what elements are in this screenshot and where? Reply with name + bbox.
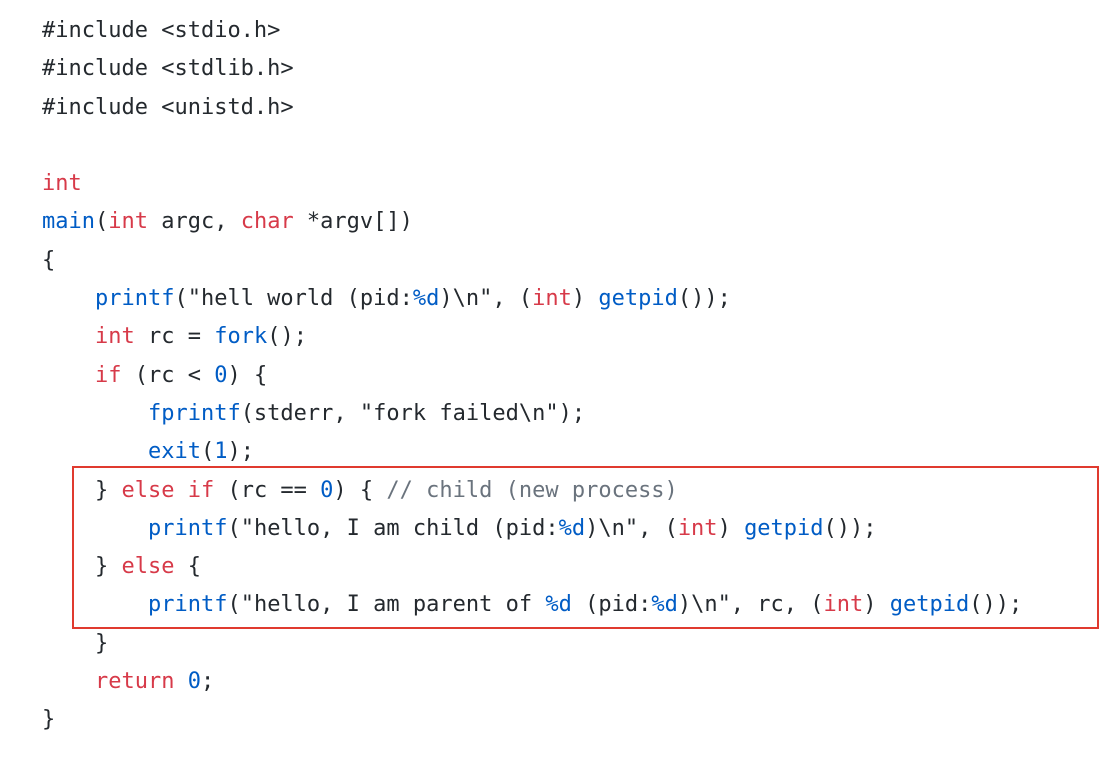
code-text: (rc ==	[214, 477, 321, 503]
code-line-13: } else if (rc == 0) { // child (new proc…	[42, 472, 1022, 510]
code-text: rc =	[134, 324, 215, 350]
number-literal: 0	[320, 477, 334, 503]
preprocessor-directive: #include	[42, 94, 148, 120]
include-header: <stdio.h>	[147, 18, 281, 43]
format-specifier: %d	[412, 286, 440, 312]
code-text: ());	[823, 515, 877, 541]
code-text: (	[200, 439, 215, 465]
function-call: printf	[147, 515, 228, 541]
code-block: #include <stdio.h> #include <stdlib.h> #…	[42, 12, 1022, 740]
function-call: fork	[214, 324, 268, 350]
code-line-15: } else {	[42, 548, 1022, 586]
code-text: (rc <	[121, 362, 215, 388]
include-header: <stdlib.h>	[147, 56, 294, 82]
code-line-2: #include <stdlib.h>	[42, 50, 1022, 88]
code-line-8: printf("hell world (pid:%d)\n", (int) ge…	[42, 280, 1022, 318]
format-specifier: %d	[545, 592, 572, 618]
function-call: fprintf	[147, 400, 241, 426]
include-header: <unistd.h>	[147, 94, 294, 120]
code-line-3: #include <unistd.h>	[42, 89, 1022, 127]
preprocessor-directive: #include	[42, 56, 148, 82]
string-literal: )\n", (	[439, 286, 533, 312]
code-line-12: exit(1);	[42, 433, 1022, 471]
code-text: );	[227, 439, 254, 465]
code-text: ;	[200, 669, 215, 695]
code-text: )	[717, 515, 745, 541]
type-keyword: int	[42, 171, 82, 197]
code-text: ) {	[227, 362, 268, 388]
type-keyword: int	[823, 592, 864, 618]
string-literal: (pid:	[571, 592, 652, 618]
code-line-9: int rc = fork();	[42, 318, 1022, 356]
code-text: }	[42, 707, 56, 733]
code-line-14: printf("hello, I am child (pid:%d)\n", (…	[42, 510, 1022, 548]
control-keyword: return	[94, 669, 175, 695]
function-call: getpid	[744, 515, 824, 541]
code-text: argc,	[147, 209, 241, 235]
code-text: }	[94, 630, 109, 656]
code-line-10: if (rc < 0) {	[42, 357, 1022, 395]
type-keyword: int	[677, 515, 718, 541]
code-text: {	[174, 554, 201, 580]
format-specifier: %d	[651, 592, 678, 618]
function-call: getpid	[598, 286, 678, 312]
code-text: ();	[267, 324, 307, 350]
code-line-19: }	[42, 701, 1022, 739]
code-text: }	[94, 554, 122, 580]
code-line-7: {	[42, 242, 1022, 280]
string-literal: )\n", rc, (	[677, 592, 824, 618]
code-line-6: main(int argc, char *argv[])	[42, 203, 1022, 241]
code-line-1: #include <stdio.h>	[42, 12, 1022, 50]
control-keyword: if	[94, 362, 122, 388]
function-call: printf	[147, 592, 228, 618]
function-call: printf	[94, 286, 175, 312]
code-comment: // child (new process)	[386, 477, 678, 503]
code-text: ) {	[333, 477, 387, 503]
string-literal: (stderr, "fork failed\n");	[240, 400, 586, 426]
code-line-17: }	[42, 625, 1022, 663]
code-text: *argv[])	[293, 209, 413, 235]
function-call: getpid	[889, 592, 970, 618]
code-text: )	[863, 592, 890, 618]
code-text: ());	[969, 592, 1023, 618]
code-text: (	[94, 209, 109, 235]
code-line-11: fprintf(stderr, "fork failed\n");	[42, 395, 1022, 433]
control-keyword: else	[121, 554, 175, 580]
function-call: exit	[147, 439, 201, 465]
number-literal: 0	[187, 669, 201, 695]
code-line-5: int	[42, 165, 1022, 203]
preprocessor-directive: #include	[42, 18, 148, 43]
type-keyword: int	[532, 286, 572, 312]
code-text: )	[571, 286, 599, 312]
code-line-16: printf("hello, I am parent of %d (pid:%d…	[42, 586, 1022, 624]
code-line-18: return 0;	[42, 663, 1022, 701]
code-text: ());	[677, 286, 731, 312]
format-specifier: %d	[558, 515, 586, 541]
function-name: main	[42, 209, 95, 235]
number-literal: 1	[214, 439, 228, 465]
code-editor: #include <stdio.h> #include <stdlib.h> #…	[0, 0, 1116, 758]
type-keyword: char	[240, 209, 294, 235]
code-text: }	[94, 477, 122, 503]
string-literal: ("hello, I am child (pid:	[227, 515, 559, 541]
number-literal: 0	[214, 362, 228, 388]
control-keyword: else if	[121, 477, 215, 503]
string-literal: ("hell world (pid:	[174, 286, 413, 312]
string-literal: ("hello, I am parent of	[227, 592, 546, 618]
code-text: {	[42, 247, 56, 273]
type-keyword: int	[108, 209, 148, 235]
string-literal: )\n", (	[585, 515, 678, 541]
type-keyword: int	[94, 324, 135, 350]
